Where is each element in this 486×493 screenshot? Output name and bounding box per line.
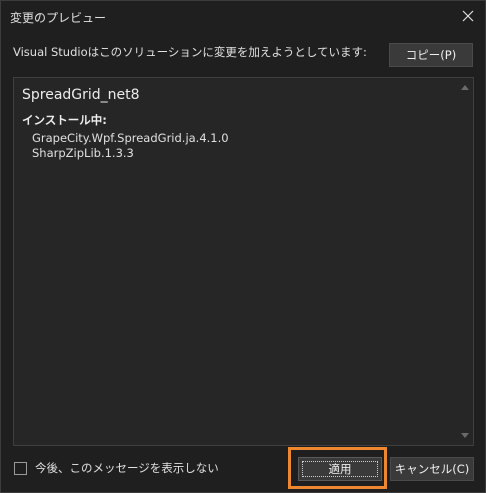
focus-ring	[302, 461, 378, 477]
preview-content: SpreadGrid_net8 インストール中: GrapeCity.Wpf.S…	[22, 87, 453, 161]
dialog-title: 変更のプレビュー	[10, 11, 107, 25]
preview-changes-dialog: 変更のプレビュー Visual Studioはこのソリューションに変更を加えよう…	[0, 0, 486, 493]
dont-show-again-checkbox[interactable]	[14, 461, 27, 475]
copy-button[interactable]: コピー(P)	[389, 43, 473, 67]
cancel-button[interactable]: キャンセル(C)	[390, 457, 474, 481]
title-bar: 変更のプレビュー	[1, 1, 485, 33]
close-button[interactable]	[457, 5, 479, 27]
package-item: SharpZipLib.1.3.3	[32, 146, 134, 160]
changes-preview-panel[interactable]: SpreadGrid_net8 インストール中: GrapeCity.Wpf.S…	[13, 77, 474, 446]
scroll-down-arrow-icon[interactable]	[461, 433, 469, 438]
close-icon	[462, 10, 474, 22]
vertical-scrollbar[interactable]	[457, 78, 473, 445]
project-name: SpreadGrid_net8	[22, 87, 140, 103]
dont-show-again-option[interactable]: 今後、このメッセージを表示しない	[14, 460, 219, 476]
apply-button[interactable]: 適用	[298, 457, 382, 481]
package-item: GrapeCity.Wpf.SpreadGrid.ja.4.1.0	[32, 131, 229, 145]
installing-header: インストール中:	[22, 113, 107, 127]
dont-show-again-label: 今後、このメッセージを表示しない	[35, 461, 219, 475]
dialog-description: Visual Studioはこのソリューションに変更を加えようとしています:	[13, 45, 367, 59]
scroll-up-arrow-icon[interactable]	[461, 85, 469, 90]
